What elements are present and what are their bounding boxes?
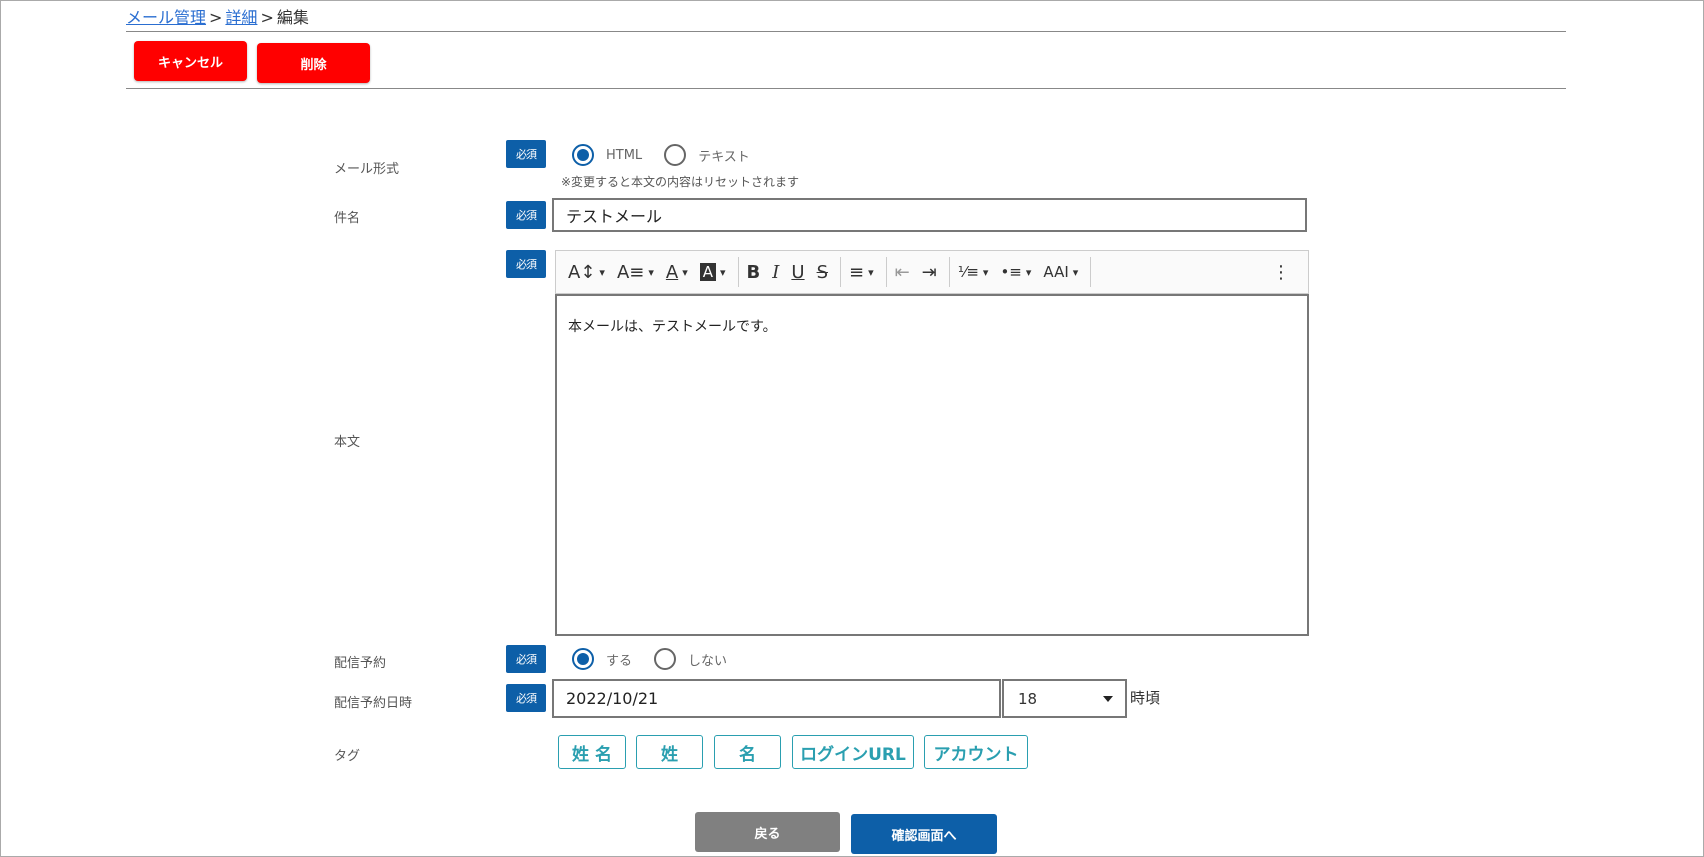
- tag-login-url[interactable]: ログインURL: [792, 735, 914, 769]
- line-height-button[interactable]: A≡ ▾: [613, 257, 658, 287]
- background-color-icon: A: [699, 263, 716, 281]
- text-transform-icon: AAI: [1043, 263, 1069, 281]
- required-badge: 必須: [506, 140, 546, 168]
- subject-label: 件名: [334, 211, 361, 226]
- mail-format-radio-group: HTML テキスト: [572, 144, 772, 166]
- chevron-down-icon: ▾: [868, 265, 874, 279]
- schedule-no-label[interactable]: しない: [688, 650, 727, 669]
- back-button[interactable]: 戻る: [695, 812, 840, 852]
- schedule-yes-radio[interactable]: [572, 648, 594, 670]
- delete-button[interactable]: 削除: [257, 43, 370, 83]
- tag-full-name[interactable]: 姓 名: [558, 735, 626, 769]
- divider: [126, 88, 1566, 89]
- tag-last-name[interactable]: 姓: [636, 735, 703, 769]
- breadcrumb: メール管理 > 詳細 > 編集: [126, 4, 309, 28]
- italic-button[interactable]: I: [768, 257, 783, 287]
- indent-button[interactable]: ⇥: [918, 257, 941, 287]
- divider: [126, 31, 1566, 32]
- tags-label: タグ: [334, 749, 361, 764]
- schedule-datetime-label: 配信予約日時: [334, 696, 413, 711]
- breadcrumb-detail-link[interactable]: 詳細: [225, 8, 257, 27]
- breadcrumb-mail-management-link[interactable]: メール管理: [126, 8, 206, 27]
- chevron-down-icon: ▾: [720, 265, 726, 279]
- required-badge: 必須: [506, 250, 546, 278]
- mail-format-note: ※変更すると本文の内容はリセットされます: [561, 175, 800, 189]
- ordered-list-icon: ⅟≡: [957, 263, 979, 281]
- bullet-list-icon: •≡: [1000, 263, 1022, 281]
- toolbar-separator: [885, 257, 887, 287]
- required-badge: 必須: [506, 201, 546, 229]
- chevron-down-icon: ▾: [599, 265, 605, 279]
- breadcrumb-separator: >: [260, 8, 274, 27]
- underline-button[interactable]: U: [787, 257, 808, 287]
- chevron-down-icon: ▾: [1072, 265, 1079, 279]
- required-badge: 必須: [506, 645, 546, 673]
- line-height-icon: A≡: [616, 261, 645, 283]
- breadcrumb-current: 編集: [276, 8, 309, 27]
- font-color-icon: A: [665, 261, 679, 283]
- font-color-button[interactable]: A ▾: [662, 257, 692, 287]
- subject-input[interactable]: テストメール: [552, 198, 1307, 232]
- mail-format-html-label[interactable]: HTML: [606, 148, 642, 163]
- body-label: 本文: [334, 435, 361, 450]
- ordered-list-button[interactable]: ⅟≡ ▾: [954, 257, 993, 287]
- tag-account[interactable]: アカウント: [924, 735, 1028, 769]
- body-editor[interactable]: 本メールは、テストメールです。: [555, 294, 1309, 636]
- background-color-button[interactable]: A ▾: [696, 257, 730, 287]
- hour-suffix: 時頃: [1130, 689, 1161, 707]
- mail-format-text-label[interactable]: テキスト: [698, 146, 750, 165]
- bullet-list-button[interactable]: •≡ ▾: [996, 257, 1035, 287]
- schedule-radio-group: する しない: [572, 648, 749, 670]
- schedule-hour-select[interactable]: 18: [1002, 679, 1127, 718]
- schedule-no-radio[interactable]: [654, 648, 677, 670]
- chevron-down-icon: ▾: [1025, 265, 1032, 279]
- mail-format-html-radio[interactable]: [572, 144, 594, 166]
- toolbar-separator: [840, 257, 842, 287]
- text-transform-button[interactable]: AAI ▾: [1039, 257, 1082, 287]
- more-options-button[interactable]: ⋮: [1268, 257, 1294, 287]
- align-button[interactable]: ≡ ▾: [845, 257, 878, 287]
- toolbar-separator: [1090, 257, 1092, 287]
- schedule-hour-value: 18: [1018, 689, 1038, 708]
- bold-button[interactable]: B: [743, 257, 765, 287]
- schedule-yes-label[interactable]: する: [606, 650, 632, 669]
- mail-format-text-radio[interactable]: [664, 144, 687, 166]
- align-left-icon: ≡: [849, 261, 865, 283]
- editor-toolbar: A↕ ▾ A≡ ▾ A ▾ A ▾ B I U S ≡ ▾ ⇤ ⇥ ⅟≡ ▾ •≡ ▾ AAI…: [555, 250, 1309, 294]
- schedule-date-input[interactable]: 2022/10/21: [552, 679, 1001, 718]
- cancel-button[interactable]: キャンセル: [134, 41, 247, 81]
- chevron-down-icon: ▾: [648, 265, 654, 279]
- toolbar-separator: [948, 257, 950, 287]
- confirm-button[interactable]: 確認画面へ: [851, 814, 997, 854]
- tag-first-name[interactable]: 名: [714, 735, 781, 769]
- font-size-icon: A↕: [568, 261, 596, 283]
- strikethrough-button[interactable]: S: [813, 257, 832, 287]
- chevron-down-icon: ▾: [982, 265, 989, 279]
- mail-format-label: メール形式: [334, 162, 400, 177]
- breadcrumb-separator: >: [209, 8, 223, 27]
- schedule-label: 配信予約: [334, 656, 387, 671]
- chevron-down-icon: ▾: [682, 265, 688, 279]
- required-badge: 必須: [506, 684, 546, 712]
- outdent-button[interactable]: ⇤: [891, 257, 914, 287]
- font-size-button[interactable]: A↕ ▾: [564, 257, 609, 287]
- toolbar-separator: [737, 257, 739, 287]
- caret-down-icon: [1103, 695, 1113, 702]
